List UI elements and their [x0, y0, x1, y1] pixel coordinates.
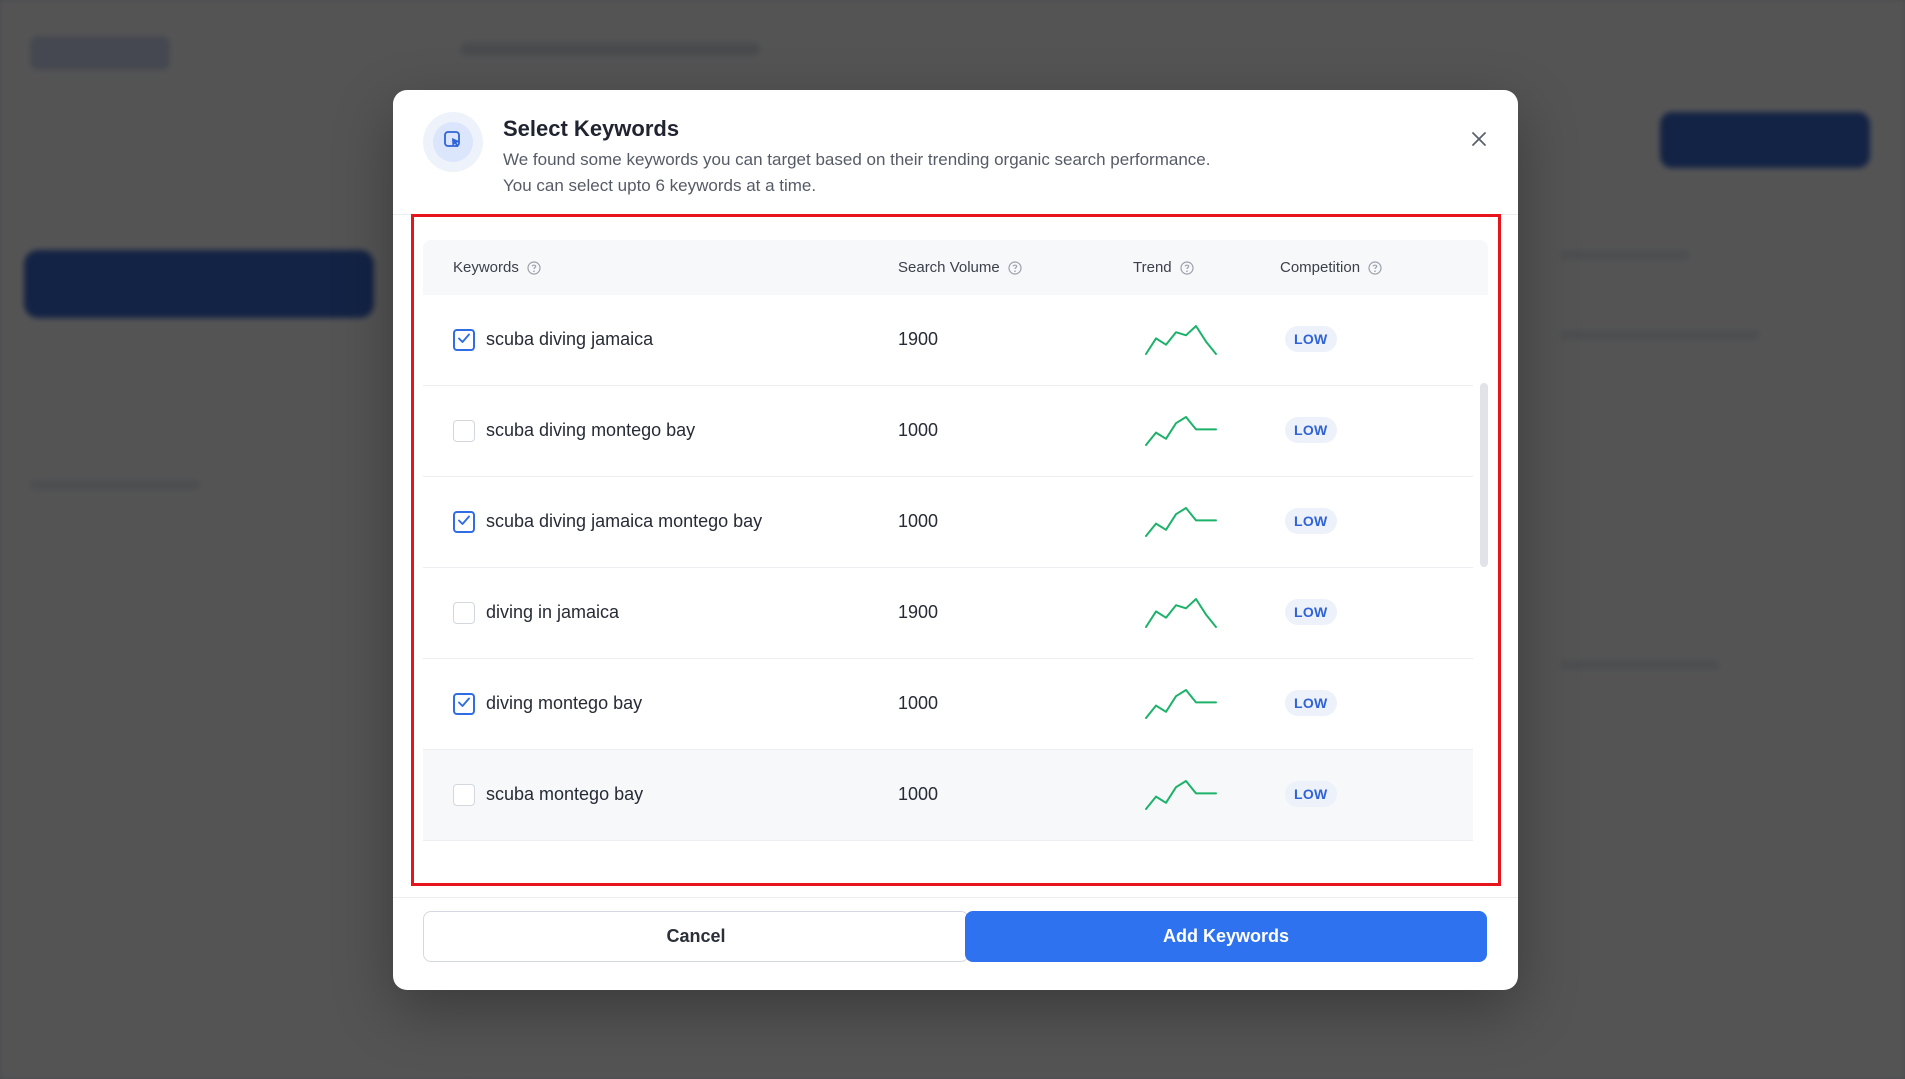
table-row[interactable]: scuba diving jamaica montego bay 1000 LOW [423, 477, 1473, 568]
trend-sparkline [1145, 780, 1217, 810]
table-row[interactable]: diving montego bay 1000 LOW [423, 659, 1473, 750]
header-keywords: Keywords [453, 259, 541, 276]
trend-line [1145, 325, 1217, 355]
search-volume-value: 1000 [898, 784, 939, 804]
trend-line [1145, 780, 1217, 810]
modal-description: We found some keywords you can target ba… [503, 147, 1210, 199]
search-volume-value: 1000 [898, 693, 939, 713]
table-row[interactable]: diving in jamaica 1900 LOW [423, 568, 1473, 659]
keyword-label: diving in jamaica [486, 602, 620, 622]
competition-badge: LOW [1285, 690, 1337, 716]
trend-sparkline [1145, 507, 1217, 537]
header-icon-badge [423, 112, 483, 172]
keyword-checkbox[interactable] [453, 693, 475, 715]
competition-badge: LOW [1285, 508, 1337, 534]
trend-sparkline [1145, 416, 1217, 446]
checkmark-icon [457, 695, 471, 714]
scrollbar-thumb[interactable] [1480, 383, 1488, 567]
help-circle-icon[interactable] [1008, 260, 1022, 275]
close-icon [1471, 131, 1487, 152]
trend-sparkline [1145, 689, 1217, 719]
table-row[interactable]: scuba diving jamaica 1900 LOW [423, 295, 1473, 386]
trend-line [1145, 689, 1217, 719]
search-volume-value: 1900 [898, 329, 939, 349]
keyword-label: scuba montego bay [486, 784, 644, 804]
checkmark-icon [457, 331, 471, 350]
header-search-volume: Search Volume [898, 259, 1022, 276]
keyword-checkbox[interactable] [453, 420, 475, 442]
keyword-label: scuba diving jamaica [486, 329, 654, 349]
header-competition: Competition [1280, 259, 1382, 276]
add-keywords-button[interactable]: Add Keywords [965, 911, 1487, 962]
keyword-checkbox[interactable] [453, 329, 475, 351]
table-scrollbar[interactable] [1480, 295, 1490, 871]
checkmark-icon [457, 513, 471, 532]
table-row[interactable]: scuba montego bay 1000 LOW [423, 750, 1473, 841]
search-volume-value: 1000 [898, 420, 939, 440]
search-volume-value: 1900 [898, 602, 939, 622]
competition-badge: LOW [1285, 417, 1337, 443]
modal-description-line: You can select upto 6 keywords at a time… [503, 176, 817, 195]
trend-line [1145, 416, 1217, 446]
help-circle-icon[interactable] [527, 260, 541, 275]
help-circle-icon[interactable] [1180, 260, 1194, 275]
table-header: Keywords Search Volume Trend Competition [423, 240, 1488, 295]
keywords-table: Keywords Search Volume Trend Competition [423, 240, 1488, 871]
competition-badge: LOW [1285, 781, 1337, 807]
keyword-checkbox[interactable] [453, 602, 475, 624]
modal-title: Select Keywords [503, 116, 680, 141]
competition-badge: LOW [1285, 599, 1337, 625]
search-volume-value: 1000 [898, 511, 939, 531]
trend-sparkline [1145, 325, 1217, 355]
trend-line [1145, 598, 1217, 628]
help-circle-icon[interactable] [1368, 260, 1382, 275]
keyword-label: scuba diving montego bay [486, 420, 696, 440]
table-row[interactable]: scuba diving montego bay 1000 LOW [423, 386, 1473, 477]
keyword-checkbox[interactable] [453, 511, 475, 533]
select-cursor-icon [442, 129, 464, 156]
competition-badge: LOW [1285, 326, 1337, 352]
select-keywords-modal: Select Keywords We found some keywords y… [393, 90, 1518, 990]
modal-footer: Cancel Add Keywords [393, 897, 1518, 990]
modal-description-line: We found some keywords you can target ba… [503, 150, 1211, 169]
table-body: scuba diving jamaica 1900 LOW scuba diving … [423, 295, 1473, 841]
keyword-label: diving montego bay [486, 693, 643, 713]
trend-line [1145, 507, 1217, 537]
close-button[interactable] [1464, 126, 1494, 156]
keyword-checkbox[interactable] [453, 784, 475, 806]
cancel-button[interactable]: Cancel [423, 911, 969, 962]
header-trend: Trend [1133, 259, 1194, 276]
modal-header: Select Keywords We found some keywords y… [393, 90, 1518, 215]
keyword-label: scuba diving jamaica montego bay [486, 511, 763, 531]
trend-sparkline [1145, 598, 1217, 628]
